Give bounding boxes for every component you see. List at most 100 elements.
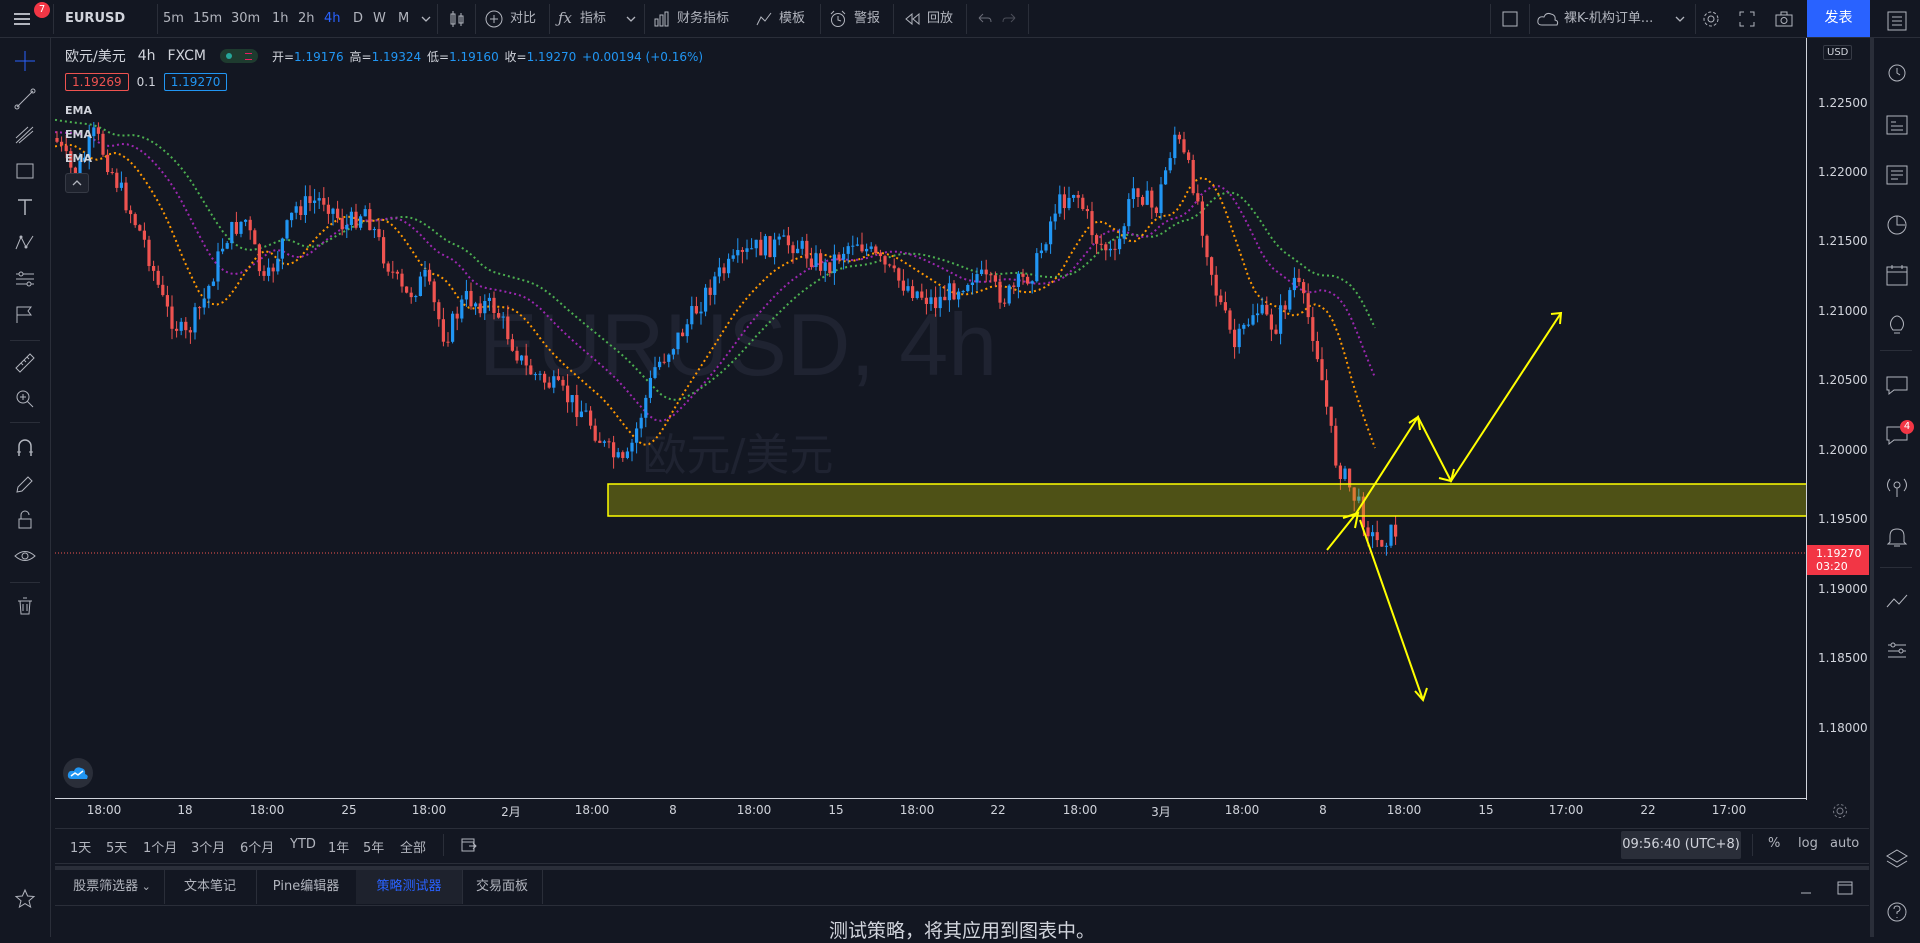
crosshair-tool[interactable] — [12, 48, 38, 74]
time-axis-settings-button[interactable] — [1830, 801, 1850, 821]
templates-button[interactable]: 模板 — [755, 0, 805, 37]
percent-scale-button[interactable]: % — [1768, 836, 1780, 851]
hide-drawings-tool[interactable] — [12, 543, 38, 569]
panel-minimize-button[interactable] — [1798, 880, 1814, 896]
range-button[interactable]: 全部 — [400, 837, 426, 856]
hotlists-button[interactable] — [1882, 210, 1912, 240]
financials-button[interactable]: 财务指标 — [653, 0, 729, 37]
bottom-tab[interactable]: 股票筛选器 ⌄ — [60, 870, 165, 904]
chevron-down-icon[interactable]: ⌄ — [138, 880, 151, 893]
legend-collapse-button[interactable] — [65, 173, 89, 193]
streams-button[interactable] — [1882, 472, 1912, 502]
lock-drawings-tool[interactable] — [12, 507, 38, 533]
interval-15m[interactable]: 15m — [193, 0, 222, 37]
data-window-button[interactable] — [1882, 110, 1912, 140]
shapes-tool[interactable] — [12, 158, 38, 184]
redo-button[interactable] — [1001, 0, 1019, 37]
interval-1h[interactable]: 1h — [272, 0, 289, 37]
range-button[interactable]: YTD — [290, 837, 316, 852]
range-button[interactable]: 6个月 — [240, 837, 274, 856]
price-axis[interactable] — [1806, 38, 1870, 800]
text-tool[interactable] — [12, 194, 38, 220]
replay-button[interactable]: 回放 — [903, 0, 953, 37]
indicators-dropdown[interactable] — [626, 0, 636, 37]
interval-w[interactable]: W — [373, 0, 386, 37]
notifications-button[interactable] — [1882, 522, 1912, 552]
currency-label[interactable]: USD — [1823, 45, 1853, 60]
range-button[interactable]: 1天 — [70, 837, 91, 856]
fib-tool[interactable] — [12, 122, 38, 148]
interval-2h[interactable]: 2h — [298, 0, 315, 37]
snapshot-button[interactable] — [1774, 0, 1794, 37]
interval-5m[interactable]: 5m — [163, 0, 184, 37]
measure-tool[interactable] — [12, 350, 38, 376]
help-button[interactable] — [1882, 897, 1912, 927]
separator — [644, 4, 645, 34]
compare-button[interactable]: 对比 — [484, 0, 536, 37]
panel-maximize-button[interactable] — [1836, 879, 1854, 897]
range-button[interactable]: 3个月 — [191, 837, 225, 856]
auto-scale-button[interactable]: auto — [1830, 836, 1859, 851]
ideas-button[interactable] — [1882, 310, 1912, 340]
range-button[interactable]: 1年 — [328, 837, 349, 856]
alert-button[interactable]: 警报 — [828, 0, 880, 37]
bottom-tab[interactable]: 文本笔记 — [164, 870, 257, 904]
bottom-tab[interactable]: Pine编辑器 — [256, 870, 357, 904]
clock-display[interactable]: 09:56:40 (UTC+8) — [1621, 831, 1741, 859]
bid-button[interactable]: 1.19269 — [65, 73, 129, 91]
magnet-tool[interactable] — [12, 435, 38, 461]
chats-button[interactable] — [1882, 370, 1912, 400]
chart-type-button[interactable] — [447, 0, 467, 37]
log-scale-button[interactable]: log — [1798, 836, 1818, 851]
range-button[interactable]: 5天 — [106, 837, 127, 856]
calendar-button[interactable] — [1882, 260, 1912, 290]
watchlist-button[interactable] — [1882, 6, 1912, 36]
interval-4h[interactable]: 4h — [324, 0, 341, 37]
prediction-tool[interactable] — [12, 266, 38, 292]
fullscreen-button[interactable] — [1738, 0, 1756, 37]
settings-button[interactable] — [1701, 0, 1721, 37]
ema-indicator-2[interactable]: EMA — [65, 128, 92, 141]
legend-pair[interactable]: 欧元/美元 — [65, 46, 126, 66]
high-value: 1.19324 — [371, 49, 422, 64]
tradingview-logo[interactable] — [63, 758, 93, 788]
bottom-tab[interactable]: 策略测试器 — [356, 870, 463, 904]
indicators-button[interactable]: ƒx 指标 — [558, 0, 606, 37]
price-chart[interactable]: EURUSD, 4h 欧元/美元 — [55, 38, 1806, 824]
undo-button[interactable] — [975, 0, 993, 37]
interval-dropdown[interactable] — [421, 0, 431, 37]
pattern-tool[interactable] — [12, 230, 38, 256]
maximize-icon — [1837, 881, 1853, 895]
ema-indicator-1[interactable]: EMA — [65, 104, 92, 117]
trendline-tool[interactable] — [12, 86, 38, 112]
news-button[interactable] — [1882, 160, 1912, 190]
interval-d[interactable]: D — [353, 0, 363, 37]
favorites-tool[interactable] — [12, 886, 38, 912]
interval-m[interactable]: M — [398, 0, 409, 37]
market-status-badge[interactable] — [219, 49, 258, 63]
support-zone-box[interactable] — [607, 483, 1806, 517]
range-button[interactable]: 1个月 — [143, 837, 177, 856]
zoom-tool[interactable] — [12, 386, 38, 412]
layers-button[interactable] — [1882, 845, 1912, 875]
bottom-tab[interactable]: 交易面板 — [462, 870, 543, 904]
layout-toggle-button[interactable] — [1500, 0, 1520, 37]
remove-drawings-tool[interactable] — [12, 593, 38, 619]
interval-30m[interactable]: 30m — [231, 0, 260, 37]
depth-button[interactable] — [1882, 637, 1912, 667]
ema-indicator-3[interactable]: EMA — [65, 152, 92, 165]
candle-body — [1292, 277, 1296, 291]
symbol-search[interactable]: EURUSD — [65, 0, 125, 37]
menu-button[interactable] — [12, 9, 34, 29]
alerts-button[interactable] — [1882, 57, 1912, 87]
trading-button[interactable] — [1882, 587, 1912, 617]
layout-name-button[interactable]: 裸K-机构订单... — [1536, 0, 1653, 37]
icons-tool[interactable] — [12, 302, 38, 328]
goto-date-button[interactable] — [458, 834, 480, 856]
stay-drawing-tool[interactable] — [12, 471, 38, 497]
publish-button[interactable]: 发表 — [1807, 0, 1870, 37]
layout-dropdown[interactable] — [1675, 0, 1685, 37]
candle-body — [515, 350, 519, 361]
ask-button[interactable]: 1.19270 — [163, 73, 228, 91]
range-button[interactable]: 5年 — [363, 837, 384, 856]
